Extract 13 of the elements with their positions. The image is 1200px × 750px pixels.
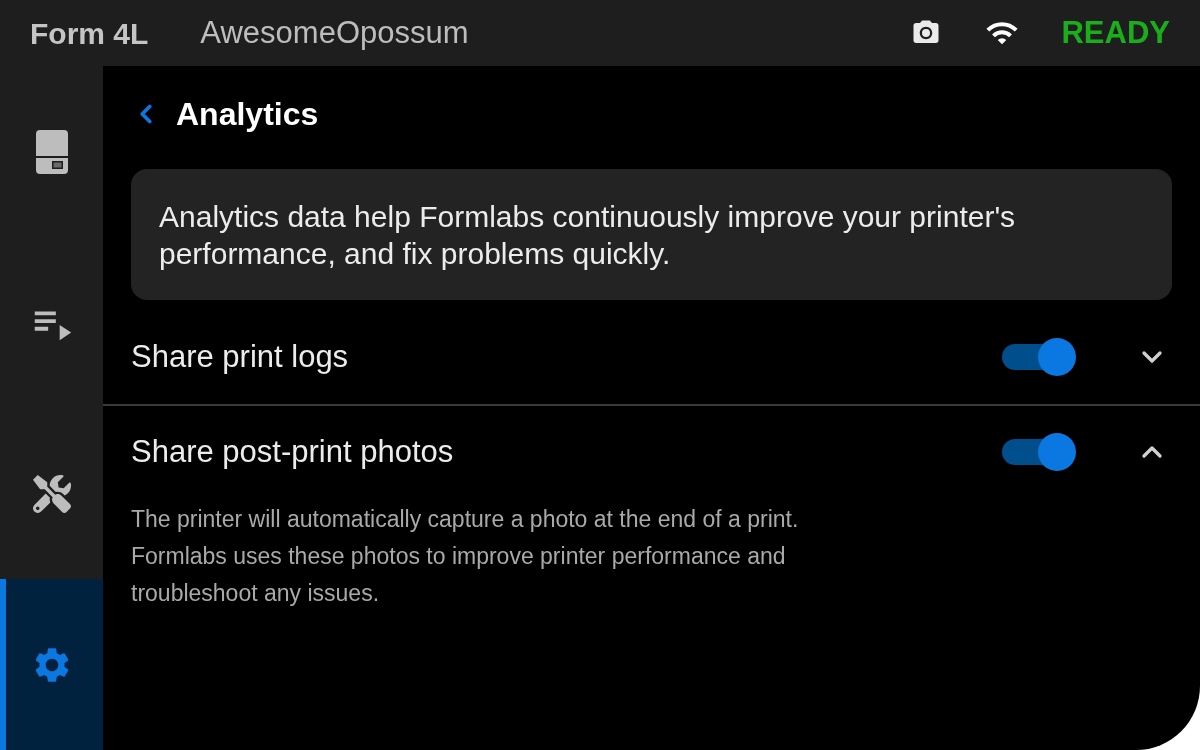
page-title: Analytics <box>176 95 319 134</box>
setting-description: The printer will automatically capture a photo at the end of a print. Formlabs uses these photos to improve printer performance and troubleshoot any issues. <box>131 505 800 608</box>
printer-icon <box>35 129 68 174</box>
toggle-switch[interactable] <box>1002 337 1076 377</box>
printer-name: AwesomeOpossum <box>200 13 469 52</box>
tools-icon <box>32 474 71 513</box>
status-text: READY <box>1061 13 1170 52</box>
setting-label: Share post-print photos <box>131 432 454 471</box>
setting-label: Share print logs <box>131 337 349 376</box>
toggle-switch[interactable] <box>1002 432 1076 472</box>
sidebar-tab[interactable] <box>0 579 103 750</box>
printer-model: Form 4L <box>30 15 149 52</box>
intro-text: Analytics data help Formlabs continuously improve your printer's performance, and fix problems quickly. <box>159 198 1017 272</box>
